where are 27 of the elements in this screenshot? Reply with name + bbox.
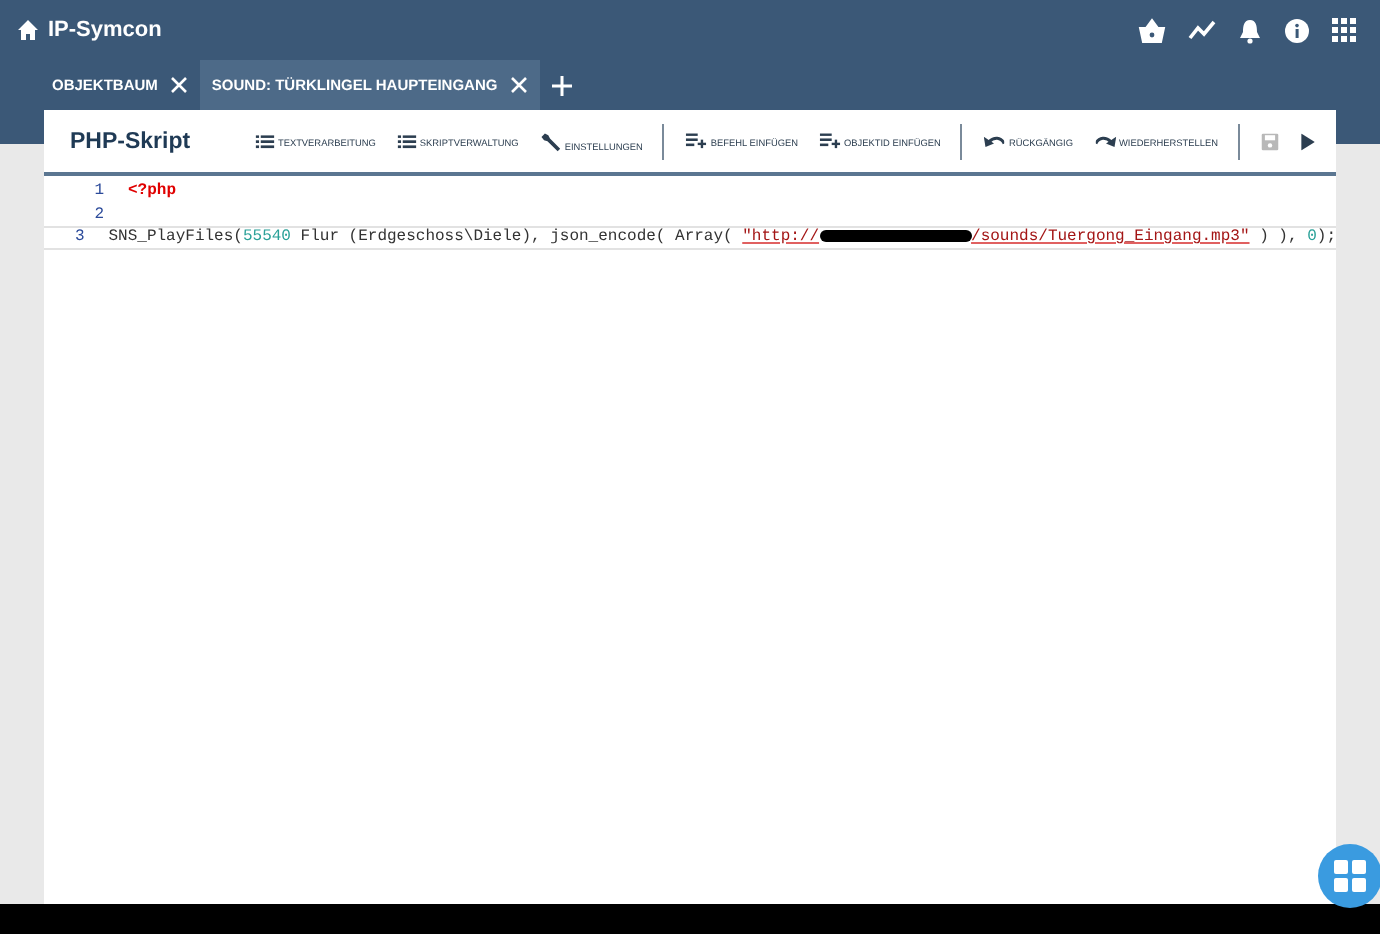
home-icon[interactable]: [16, 18, 40, 42]
grid-icon: [1332, 858, 1368, 894]
close-icon[interactable]: [169, 76, 188, 94]
app-title: IP-Symcon: [48, 18, 162, 42]
line-number: 1: [92, 182, 106, 201]
close-icon[interactable]: [509, 76, 528, 94]
bell-icon[interactable]: [1238, 17, 1262, 43]
insert-icon: [819, 133, 841, 149]
line-number: 2: [92, 205, 106, 224]
editor-title: PHP-Skript: [70, 129, 191, 153]
apps-icon[interactable]: [1332, 18, 1356, 42]
list-icon: [255, 134, 275, 148]
undo-icon: [984, 133, 1006, 149]
info-icon[interactable]: [1284, 17, 1310, 43]
play-icon: [1301, 132, 1315, 150]
save-icon: [1261, 132, 1279, 150]
line-number: 3: [72, 228, 87, 247]
code-line: <?php: [128, 182, 177, 201]
redo-icon: [1094, 133, 1116, 149]
basket-icon[interactable]: [1138, 17, 1166, 43]
chart-icon[interactable]: [1188, 18, 1216, 42]
play-button[interactable]: [1300, 131, 1316, 151]
list-icon: [397, 134, 417, 148]
insert-icon: [686, 133, 707, 149]
add-tab-icon[interactable]: [551, 75, 572, 95]
wrench-icon: [540, 130, 561, 152]
code-line: SNS_PlayFiles(55540 Flur (Erdgeschoss\Diele), json_encode( Array( "http:// /sounds/Tuergong_Eingang.mp3" ) ), 0);: [108, 228, 1336, 247]
